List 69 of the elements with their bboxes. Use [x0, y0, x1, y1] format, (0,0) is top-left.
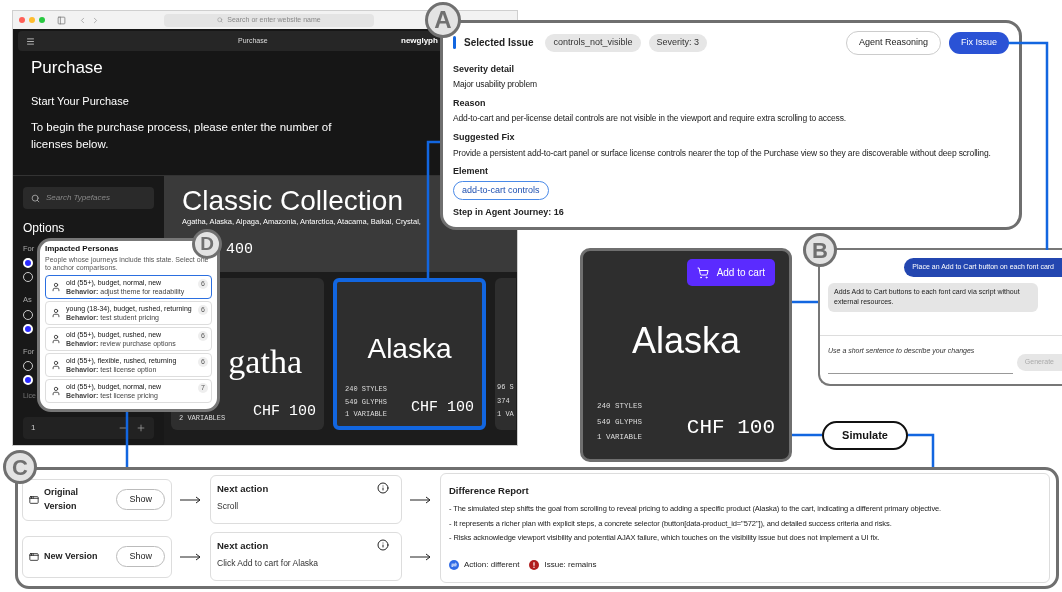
status-label: Issue: remains — [544, 559, 597, 571]
plus-icon[interactable] — [136, 423, 146, 434]
connector-line — [792, 300, 818, 304]
brand-logo[interactable]: newglyph — [401, 35, 438, 47]
page-heading: Purchase — [31, 57, 103, 79]
window-icon — [29, 494, 39, 505]
connector-line — [908, 433, 935, 467]
quantity-field[interactable]: 1 — [23, 417, 154, 440]
search-icon — [217, 17, 224, 23]
arrow-icon — [180, 552, 202, 561]
next-action-text: Scroll — [217, 500, 239, 513]
next-action-heading: Next action — [217, 482, 269, 496]
info-icon[interactable] — [377, 482, 389, 494]
panel-letter-badge: A — [425, 2, 461, 38]
person-icon — [51, 282, 61, 292]
issue-chip: controls_not_visible — [545, 34, 641, 52]
arrow-icon — [180, 495, 202, 504]
options-heading: Options — [23, 221, 65, 235]
section-text: Provide a persistent add-to-cart panel or surface license controls nearer the top of the Purchase view so they are discoverable without deep scrolling. — [453, 146, 992, 160]
font-name: Alaska — [367, 332, 452, 367]
search-icon — [31, 193, 40, 203]
person-icon — [51, 334, 61, 344]
font-name: gatha — [228, 342, 302, 383]
font-name: Alaska — [630, 319, 742, 363]
accent-bar — [453, 36, 456, 50]
status-label: Action: different — [464, 559, 520, 571]
person-icon — [51, 308, 61, 318]
section-heading: Reason — [453, 96, 487, 110]
info-icon[interactable] — [377, 539, 389, 551]
window-icon — [29, 551, 39, 562]
next-action-text: Click Add to cart for Alaska — [217, 557, 319, 570]
sidebar-icon[interactable] — [57, 15, 66, 25]
person-icon — [51, 360, 61, 370]
section-subheading: Start Your Purchase — [31, 93, 129, 109]
next-action-heading: Next action — [217, 539, 269, 553]
section-text: Add-to-cart and per-license detail controls are not visible in the viewport and require extra scrolling to access. — [453, 112, 847, 125]
issue-chip: Severity: 3 — [648, 34, 708, 52]
collection-title: Classic Collection — [182, 186, 403, 216]
search-field[interactable]: Search Typefaces — [23, 187, 154, 209]
card-price: CHF 100 — [411, 398, 474, 419]
fix-issue-button[interactable]: Fix Issue — [949, 32, 1009, 54]
arrow-icon — [410, 552, 432, 561]
connector-line — [792, 433, 822, 437]
card-price: CHF 100 — [686, 414, 775, 441]
report-title: Difference Report — [449, 484, 530, 498]
panel-letter-badge: B — [803, 233, 837, 267]
card-price: CHF 100 — [253, 402, 316, 423]
section-text: Major usability problem — [453, 78, 538, 91]
intro-paragraph: To begin the purchase process, please enter the number of licenses below. — [31, 120, 333, 152]
version-title: Original Version — [44, 486, 79, 513]
swap-icon — [449, 560, 459, 570]
menu-icon[interactable] — [26, 36, 35, 46]
add-to-cart-button[interactable]: Add to cart — [686, 259, 775, 286]
simulate-button[interactable]: Simulate — [822, 421, 908, 450]
person-icon — [51, 386, 61, 396]
alert-icon — [529, 560, 540, 570]
issue-title: Selected Issue — [464, 36, 534, 51]
journey-step: Step in Agent Journey: 16 — [453, 206, 1009, 220]
arrow-icon — [410, 495, 432, 504]
section-heading: Element — [453, 165, 489, 179]
connector-line — [125, 412, 129, 467]
panel-title: Impacted Personas — [45, 244, 119, 254]
panel-letter-badge: C — [3, 450, 37, 484]
version-title: New Version — [44, 549, 99, 563]
reasoning-button[interactable]: Agent Reasoning — [845, 31, 941, 55]
price-text: 400 — [226, 240, 253, 261]
cart-icon — [696, 266, 709, 279]
section-heading: Severity detail — [453, 62, 516, 76]
section-heading: Suggested Fix — [453, 131, 516, 144]
